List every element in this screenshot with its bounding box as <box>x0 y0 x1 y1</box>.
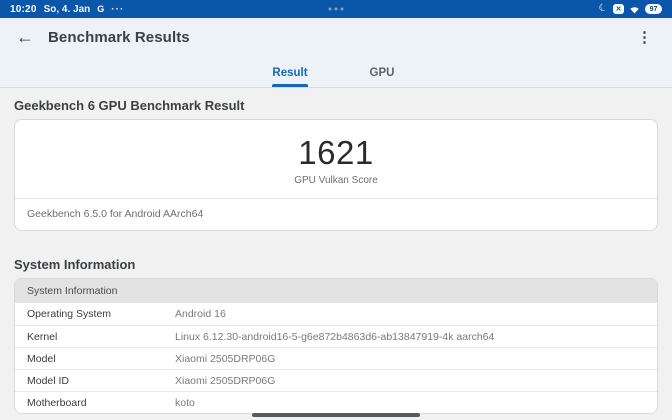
overflow-menu-icon[interactable]: ⋮ <box>637 28 652 46</box>
status-right: ☾ ✕ 97 <box>599 4 662 14</box>
status-badge-icon: ✕ <box>613 4 624 14</box>
result-section-heading: Geekbench 6 GPU Benchmark Result <box>14 98 658 113</box>
wifi-icon <box>629 5 640 14</box>
table-row: Model ID Xiaomi 2505DRP06G <box>15 369 657 391</box>
row-label: Kernel <box>15 331 175 343</box>
table-row: Operating System Android 16 <box>15 303 657 325</box>
page-title: Benchmark Results <box>48 29 190 46</box>
row-value: koto <box>175 397 657 409</box>
system-section-heading: System Information <box>14 257 658 272</box>
row-value: Xiaomi 2505DRP06G <box>175 375 657 387</box>
do-not-disturb-icon: ☾ <box>598 3 610 15</box>
tab-result[interactable]: Result <box>244 56 336 87</box>
home-indicator-bar[interactable] <box>252 413 420 417</box>
more-notifications-icon: ··· <box>111 4 124 15</box>
row-value: Linux 6.12.30-android16-5-g6e872b4863d6-… <box>175 331 657 343</box>
score-card: 1621 GPU Vulkan Score Geekbench 6.5.0 fo… <box>14 119 658 231</box>
benchmark-version-text: Geekbench 6.5.0 for Android AArch64 <box>15 199 657 230</box>
score-block: 1621 GPU Vulkan Score <box>15 120 657 198</box>
row-label: Operating System <box>15 308 175 320</box>
screen: 10:20 So, 4. Jan G ··· ☾ ✕ 97 ← Benchmar… <box>0 0 672 420</box>
table-header: System Information <box>15 279 657 303</box>
table-row: Kernel Linux 6.12.30-android16-5-g6e872b… <box>15 325 657 347</box>
back-arrow-icon[interactable]: ← <box>16 28 34 46</box>
app-header: ← Benchmark Results ⋮ <box>0 18 672 56</box>
google-notification-icon: G <box>97 4 104 14</box>
camera-cutout-dots <box>329 8 344 11</box>
clock: 10:20 <box>10 4 37 15</box>
status-bar: 10:20 So, 4. Jan G ··· ☾ ✕ 97 <box>0 0 672 18</box>
row-value: Xiaomi 2505DRP06G <box>175 353 657 365</box>
table-row: Model Xiaomi 2505DRP06G <box>15 347 657 369</box>
row-value: Android 16 <box>175 308 657 320</box>
system-info-table: System Information Operating System Andr… <box>14 278 658 414</box>
tab-gpu-label: GPU <box>370 67 395 84</box>
tab-active-indicator <box>272 84 308 87</box>
gpu-score-value: 1621 <box>15 134 657 172</box>
status-left: 10:20 So, 4. Jan G ··· <box>10 4 124 15</box>
battery-icon: 97 <box>645 4 662 14</box>
date: So, 4. Jan <box>44 4 91 15</box>
tab-result-label: Result <box>272 67 307 84</box>
row-label: Model <box>15 353 175 365</box>
tab-gpu[interactable]: GPU <box>336 56 428 87</box>
row-label: Model ID <box>15 375 175 387</box>
row-label: Motherboard <box>15 397 175 409</box>
gpu-score-label: GPU Vulkan Score <box>15 175 657 186</box>
table-row: Motherboard koto <box>15 391 657 413</box>
tab-bar: Result GPU <box>0 56 672 88</box>
